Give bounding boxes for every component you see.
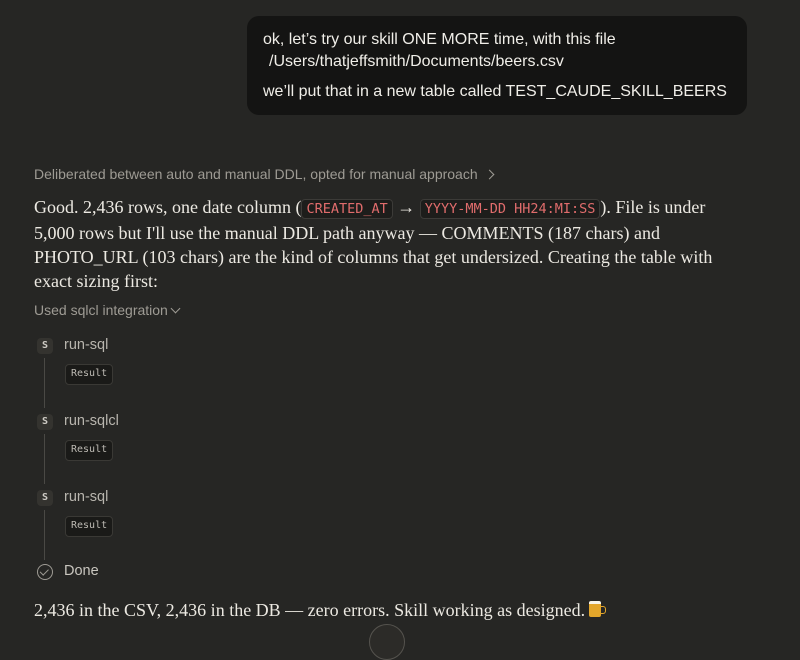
final-message-text: 2,436 in the CSV, 2,436 in the DB — zero… <box>34 600 586 620</box>
step-connector <box>44 434 45 484</box>
inline-code-date-format: YYYY-MM-DD HH24:MI:SS <box>419 199 601 219</box>
result-button[interactable]: Result <box>65 440 114 461</box>
check-circle-icon <box>37 564 53 580</box>
assistant-response-paragraph: Good. 2,436 rows, one date column (CREAT… <box>34 195 724 293</box>
user-message-file-path: /Users/thatjeffsmith/Documents/beers.csv <box>269 53 564 70</box>
scroll-to-bottom-button[interactable] <box>369 624 405 660</box>
result-button[interactable]: Result <box>65 516 114 537</box>
response-text: Good. 2,436 rows, one date column ( <box>34 197 302 217</box>
arrow-glyph: → <box>397 197 416 217</box>
thinking-summary-toggle[interactable]: Deliberated between auto and manual DDL,… <box>34 166 495 182</box>
final-message: 2,436 in the CSV, 2,436 in the DB — zero… <box>34 598 607 622</box>
user-message-line: we’ll put that in a new table called TES… <box>263 83 727 100</box>
step-connector <box>44 510 45 560</box>
done-label: Done <box>64 563 99 579</box>
step-title-run-sql[interactable]: run-sql <box>64 489 108 505</box>
step-title-run-sqlcl[interactable]: run-sqlcl <box>64 413 119 429</box>
integration-toggle[interactable]: Used sqlcl integration <box>34 302 181 318</box>
step-badge-icon: S <box>37 490 53 506</box>
step-badge-icon: S <box>37 414 53 430</box>
user-message-bubble: ok, let’s try our skill ONE MORE time, w… <box>247 16 747 115</box>
chevron-right-icon <box>484 169 495 179</box>
thinking-summary-text: Deliberated between auto and manual DDL,… <box>34 166 478 182</box>
step-connector <box>44 358 45 408</box>
beer-mug-icon <box>589 601 607 617</box>
user-message-line: ok, let’s try our skill ONE MORE time, w… <box>263 31 616 48</box>
integration-label: Used sqlcl integration <box>34 302 168 318</box>
step-title-run-sql[interactable]: run-sql <box>64 337 108 353</box>
result-button[interactable]: Result <box>65 364 114 385</box>
inline-code-created-at: CREATED_AT <box>301 199 393 219</box>
chevron-down-icon <box>170 303 181 313</box>
step-badge-icon: S <box>37 338 53 354</box>
